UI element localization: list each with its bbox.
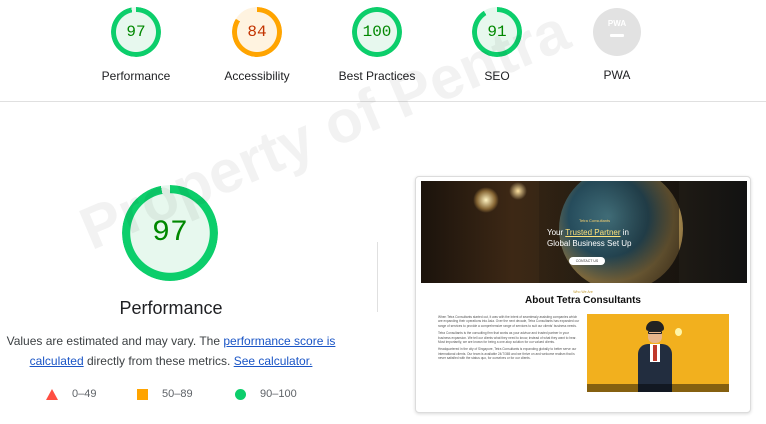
category-best-practices[interactable]: 100 Best Practices (317, 0, 437, 83)
vertical-separator (377, 242, 378, 312)
video-thumbnail (587, 314, 729, 392)
pwa-badge-text: PWA (607, 19, 627, 28)
header-divider (0, 101, 766, 102)
lamp-glow (509, 182, 527, 200)
hero-banner: Tetra Consultants Your Trusted Partner i… (421, 181, 747, 283)
best-practices-score: 100 (362, 23, 392, 41)
character-hair (646, 321, 664, 331)
accessibility-score: 84 (247, 23, 267, 41)
category-seo[interactable]: 91 SEO (437, 0, 557, 83)
seo-score: 91 (487, 23, 507, 41)
lamp-glow (473, 187, 499, 213)
hero-heading-line2: Global Business Set Up (547, 239, 632, 248)
legend-average: 50–89 (137, 388, 193, 400)
category-pwa[interactable]: PWA PWA (557, 0, 677, 82)
legend-fail-range: 0–49 (72, 388, 97, 400)
best-practices-gauge: 100 (352, 7, 402, 57)
character-glasses (648, 331, 662, 334)
about-paragraph: Headquartered in the city of Singapore, … (438, 347, 577, 361)
seo-label: SEO (484, 69, 510, 83)
desc-text-2: directly from these metrics. (83, 354, 234, 368)
hero-highlight: Trusted Partner (565, 228, 621, 237)
performance-label: Performance (101, 69, 171, 83)
category-accessibility[interactable]: 84 Accessibility (197, 0, 317, 83)
accessibility-label: Accessibility (224, 69, 290, 83)
legend-fail: 0–49 (46, 388, 96, 400)
main-performance-gauge: 97 (122, 185, 218, 281)
hero-heading-line1: Your Trusted Partner in (547, 228, 629, 237)
see-calculator-link[interactable]: See calculator. (234, 354, 313, 368)
main-performance-score: 97 (151, 216, 188, 250)
video-controls-bar (587, 384, 729, 392)
pwa-label: PWA (603, 68, 631, 82)
about-heading: About Tetra Consultants (525, 295, 641, 306)
performance-gauge: 97 (111, 7, 161, 57)
character-tie (653, 345, 657, 361)
circle-icon (235, 388, 246, 400)
legend-average-range: 50–89 (162, 388, 193, 400)
pwa-dash (610, 34, 624, 37)
about-paragraph: When Tetra Consultants started out, it w… (438, 315, 580, 328)
about-paragraph: Tetra Consultants is the consulting firm… (438, 331, 577, 345)
lightbulb-icon (675, 328, 682, 336)
legend-pass: 90–100 (235, 388, 297, 400)
best-practices-label: Best Practices (338, 69, 416, 83)
performance-description: Values are estimated and may vary. The p… (0, 331, 342, 371)
legend-pass-range: 90–100 (260, 388, 297, 400)
hero-kicker: Tetra Consultants (579, 218, 611, 223)
triangle-icon (46, 388, 58, 400)
category-performance[interactable]: 97 Performance (76, 0, 196, 83)
accessibility-gauge: 84 (232, 7, 282, 57)
section-kicker: Who We Are (573, 290, 593, 294)
seo-gauge: 91 (472, 7, 522, 57)
pwa-badge-icon: PWA (593, 8, 641, 56)
main-performance-title: Performance (119, 298, 223, 318)
hero-text: Your (547, 228, 566, 237)
final-screenshot-preview[interactable]: Tetra Consultants Your Trusted Partner i… (415, 176, 751, 413)
about-body: When Tetra Consultants started out, it w… (438, 315, 582, 364)
performance-score: 97 (126, 23, 146, 41)
hero-contact-button: CONTACT US (569, 257, 605, 265)
square-icon (137, 388, 148, 400)
desc-text-1: Values are estimated and may vary. The (6, 334, 224, 348)
hero-text: in (620, 228, 629, 237)
